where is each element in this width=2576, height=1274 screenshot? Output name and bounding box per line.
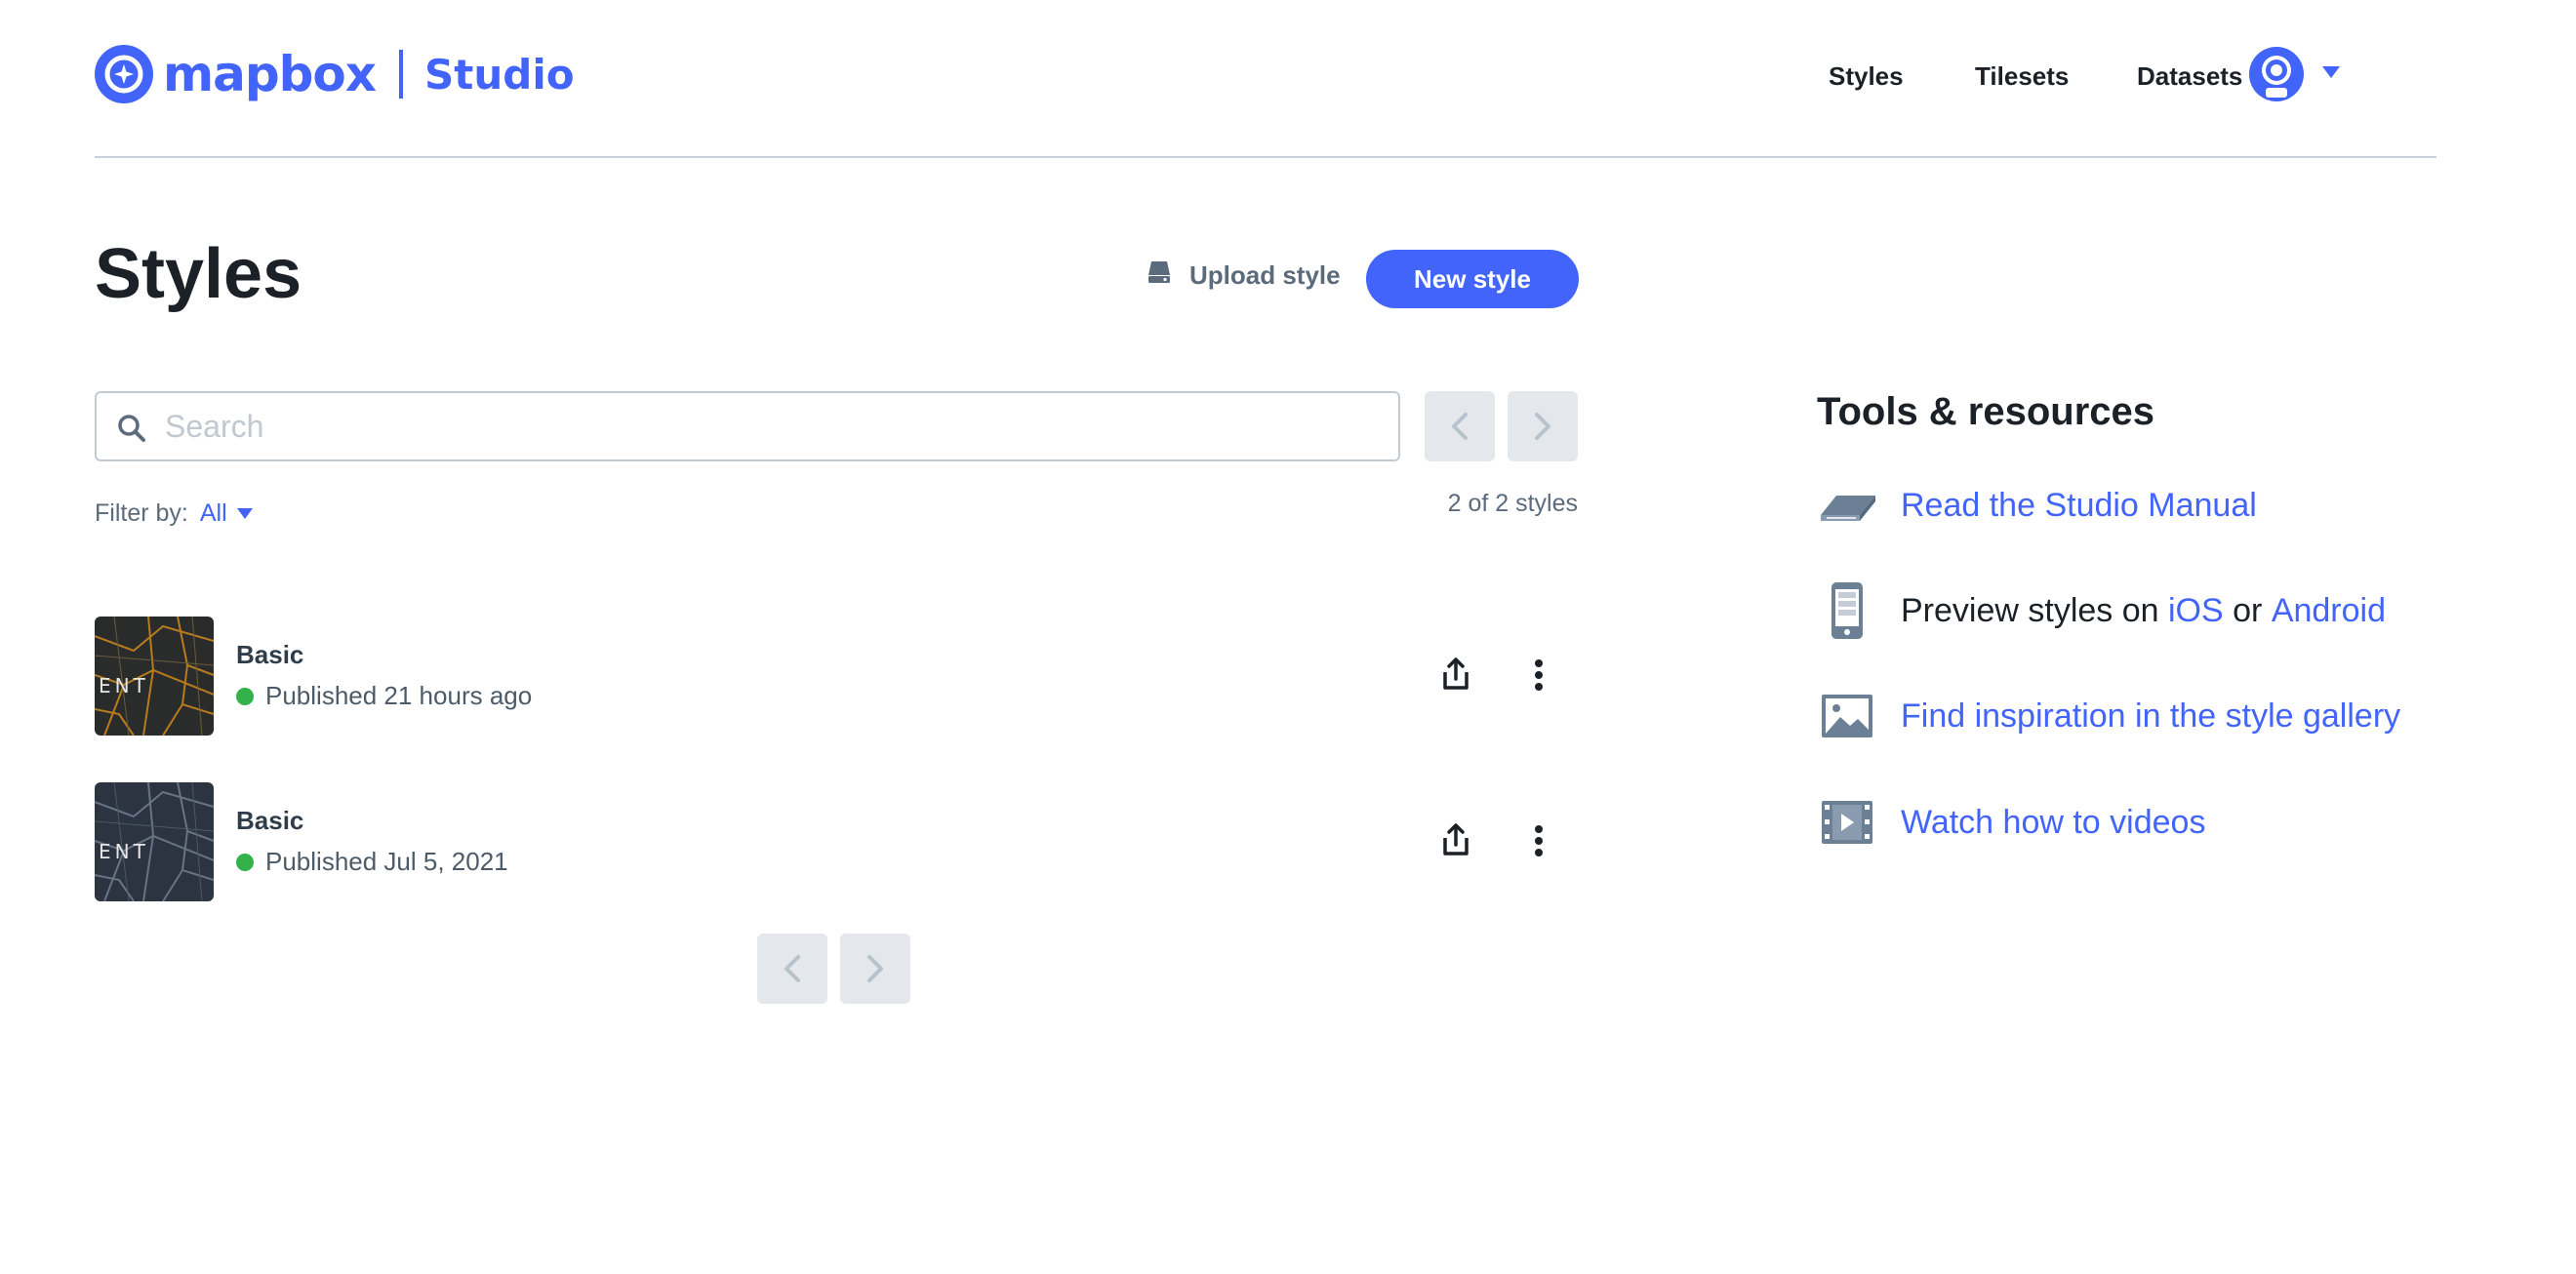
filter-chevron-down-icon[interactable] (236, 508, 253, 519)
style-gallery-link[interactable]: Find inspiration in the style gallery (1901, 697, 2400, 736)
studio-manual-link[interactable]: Read the Studio Manual (1901, 487, 2257, 525)
chevron-right-icon (867, 955, 883, 982)
more-options-icon[interactable] (1519, 821, 1558, 860)
video-film-icon (1817, 792, 1877, 853)
thumbnail-label: ENT (99, 840, 149, 863)
account-menu-chevron-down-icon[interactable] (2322, 66, 2340, 78)
image-gallery-icon (1817, 686, 1877, 746)
mobile-phone-icon (1817, 580, 1877, 641)
filter-control: Filter by: All (95, 499, 253, 528)
app-header: mapbox Studio Styles Tilesets Datasets (95, 0, 2436, 158)
mapbox-logo-icon (95, 45, 153, 103)
style-thumbnail[interactable]: ENT (95, 782, 214, 901)
tool-videos: Watch how to videos (1817, 792, 2205, 853)
style-status-text: Published 21 hours ago (265, 681, 533, 710)
style-status: Published Jul 5, 2021 (236, 847, 508, 877)
tool-gallery: Find inspiration in the style gallery (1817, 686, 2400, 746)
tools-title: Tools & resources (1817, 390, 2155, 433)
logo-wordmark: mapbox (163, 46, 377, 102)
page-title: Styles (95, 235, 302, 313)
prev-page-button-top[interactable] (1425, 391, 1495, 461)
book-icon (1817, 475, 1877, 536)
next-page-button-top[interactable] (1508, 391, 1578, 461)
preview-prefix-text: Preview styles on (1901, 591, 2168, 629)
published-status-dot (236, 853, 254, 871)
style-name[interactable]: Basic (236, 806, 303, 836)
logo-product-name: Studio (424, 50, 575, 99)
nav-datasets[interactable]: Datasets (2137, 61, 2242, 92)
style-status: Published 21 hours ago (236, 681, 532, 711)
tool-preview: Preview styles on iOS or Android (1817, 580, 2386, 641)
filter-label: Filter by: (95, 499, 188, 527)
next-page-button-bottom[interactable] (840, 934, 910, 1004)
ios-link[interactable]: iOS (2168, 592, 2224, 630)
search-box[interactable] (95, 391, 1400, 461)
style-status-text: Published Jul 5, 2021 (265, 847, 508, 876)
search-icon (116, 413, 147, 449)
share-icon[interactable] (1436, 656, 1475, 695)
mapbox-studio-logo[interactable]: mapbox Studio (95, 45, 575, 103)
preview-or-text: or (2223, 591, 2272, 629)
new-style-button[interactable]: New style (1366, 250, 1579, 308)
upload-style-button[interactable]: Upload style (1147, 259, 1341, 292)
nav-tilesets[interactable]: Tilesets (1975, 61, 2069, 92)
style-thumbnail[interactable]: ENT (95, 617, 214, 736)
logo-divider (399, 50, 404, 99)
filter-value[interactable]: All (200, 499, 227, 528)
android-link[interactable]: Android (2272, 592, 2386, 630)
upload-style-label: Upload style (1189, 260, 1341, 290)
upload-drive-icon (1147, 259, 1172, 292)
share-icon[interactable] (1436, 821, 1475, 860)
user-avatar-icon[interactable] (2249, 47, 2304, 101)
style-row[interactable]: ENT Basic Published 21 hours ago (95, 617, 1578, 736)
nav-styles[interactable]: Styles (1829, 61, 1904, 92)
prev-page-button-bottom[interactable] (757, 934, 827, 1004)
search-input[interactable] (165, 405, 1375, 448)
more-options-icon[interactable] (1519, 656, 1558, 695)
chevron-right-icon (1535, 413, 1550, 440)
style-name[interactable]: Basic (236, 640, 303, 670)
tool-manual: Read the Studio Manual (1817, 475, 2257, 536)
published-status-dot (236, 687, 254, 705)
style-row[interactable]: ENT Basic Published Jul 5, 2021 (95, 782, 1578, 901)
chevron-left-icon (1452, 413, 1468, 440)
how-to-videos-link[interactable]: Watch how to videos (1901, 804, 2205, 842)
chevron-left-icon (785, 955, 800, 982)
thumbnail-label: ENT (99, 674, 149, 697)
styles-count: 2 of 2 styles (1447, 490, 1578, 517)
